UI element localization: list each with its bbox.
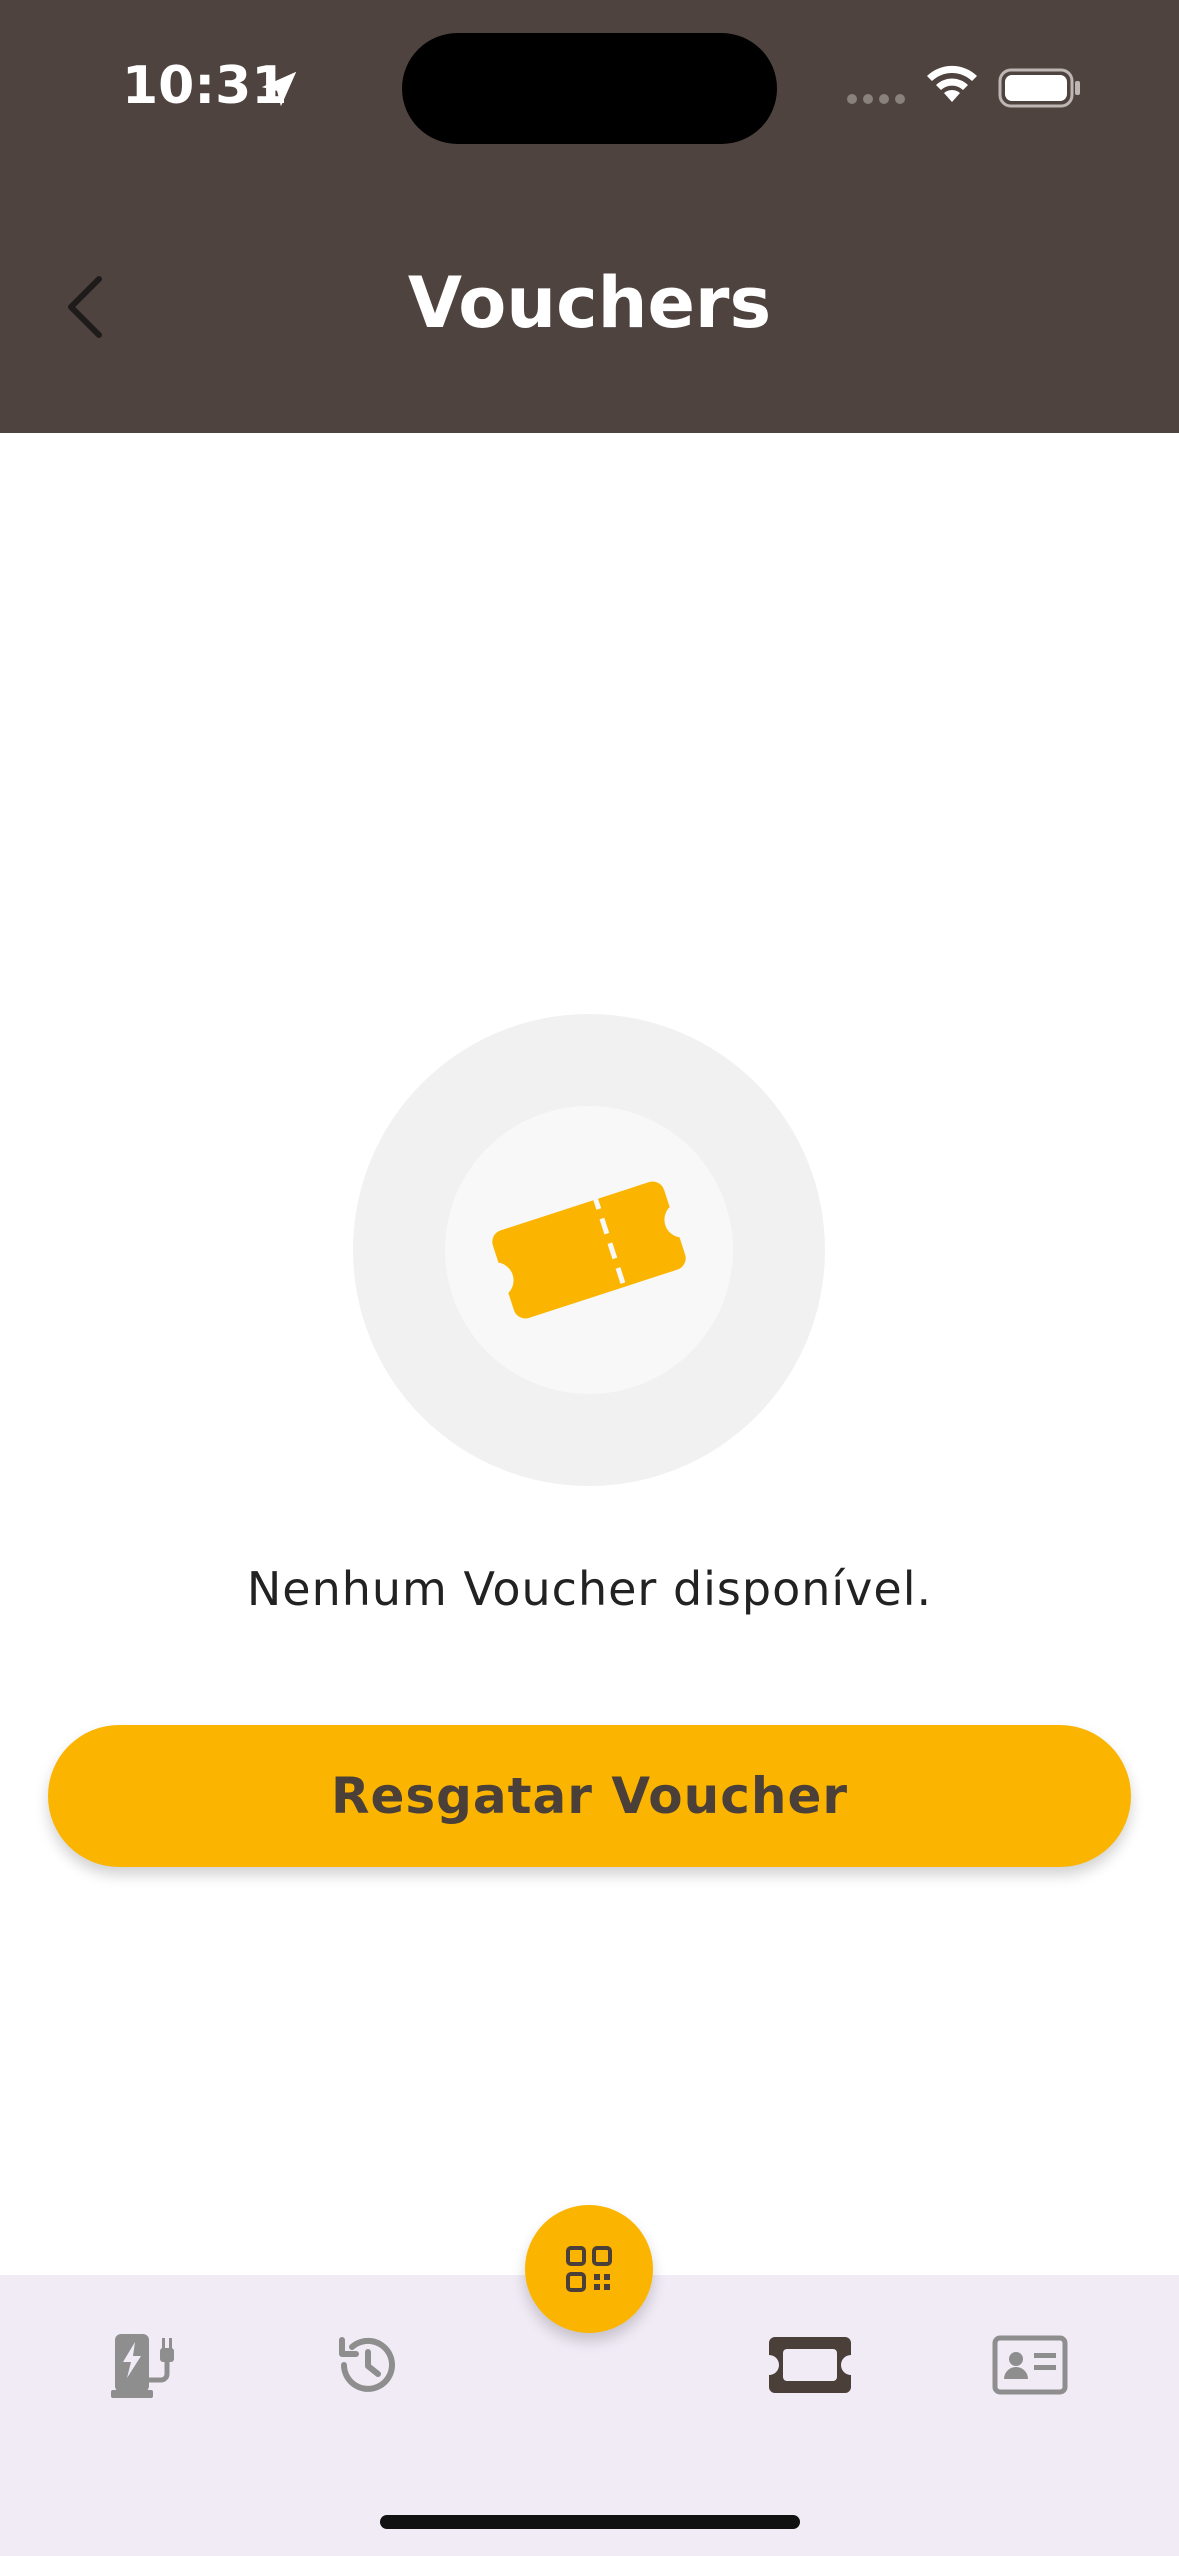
voucher-ticket-icon	[769, 2337, 851, 2393]
qr-scan-button[interactable]	[525, 2205, 653, 2333]
page-title: Vouchers	[407, 262, 772, 344]
ev-charger-icon	[111, 2334, 174, 2398]
redeem-voucher-button[interactable]: Resgatar Voucher	[48, 1725, 1131, 1867]
qr-code-icon	[566, 2246, 612, 2292]
wifi-icon	[927, 65, 977, 102]
cellular-signal-icon	[847, 94, 905, 104]
tab-profile[interactable]	[975, 2310, 1085, 2420]
ticket-icon	[353, 1014, 825, 1486]
tab-vouchers[interactable]	[755, 2310, 865, 2420]
history-icon	[339, 2337, 395, 2392]
empty-state-message: Nenhum Voucher disponível.	[246, 1562, 933, 1616]
location-arrow-icon	[261, 71, 297, 107]
tab-charging[interactable]	[94, 2310, 204, 2420]
dynamic-island	[402, 33, 777, 144]
home-indicator	[380, 2515, 800, 2529]
id-card-icon	[992, 2335, 1068, 2395]
battery-icon	[998, 68, 1080, 108]
tab-history[interactable]	[312, 2310, 422, 2420]
